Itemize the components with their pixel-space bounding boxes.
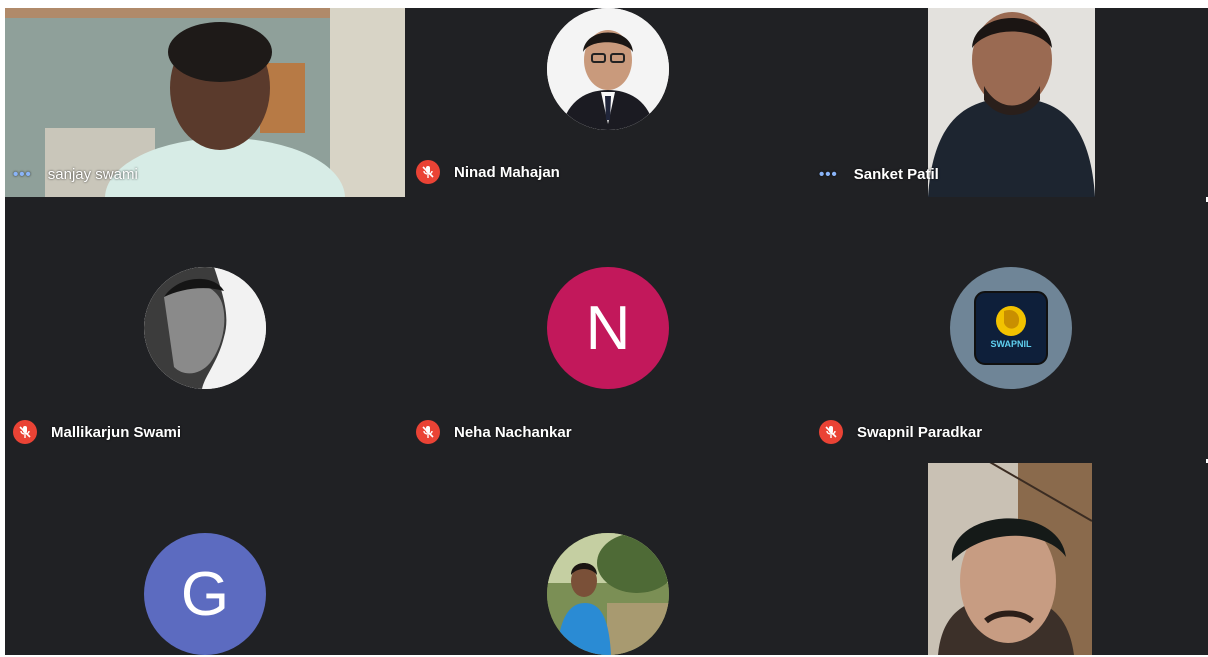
participant-tile[interactable]: G [5,463,405,655]
participant-tile[interactable]: N Neha Nachankar [408,202,808,459]
participant-name: Sanket Patil [853,166,939,183]
participant-avatar [547,8,669,130]
participant-video [928,463,1092,655]
participant-label: Ninad Mahajan [416,160,560,184]
participant-tile[interactable]: ••• sanjay swami [5,8,405,197]
participant-video [928,8,1095,197]
participant-tile[interactable]: Mallikarjun Swami [5,202,405,459]
participant-tile[interactable] [408,463,808,655]
participant-name: Swapnil Paradkar [857,423,983,441]
participant-tile[interactable]: ••• Sanket Patil [811,8,1208,197]
mic-off-icon [416,420,440,444]
participant-label: Neha Nachankar [416,420,572,444]
logo-text: SWAPNIL [990,339,1032,349]
profile-photo [144,267,266,389]
mic-off-icon [416,160,440,184]
participant-label: Mallikarjun Swami [13,420,181,444]
participant-name: Ninad Mahajan [454,163,560,181]
participant-tile[interactable]: Ninad Mahajan [408,8,808,197]
speaking-indicator-icon: ••• [819,166,838,183]
participant-name: Mallikarjun Swami [51,423,182,441]
avatar-initial: G [180,559,230,629]
participant-avatar: SWAPNIL [950,267,1072,389]
participant-label: Swapnil Paradkar [819,420,982,444]
participant-avatar [547,533,669,655]
participant-grid: ••• sanjay swami Ninad Mahajan ••• Sanke… [5,8,1208,655]
participant-avatar [144,267,266,389]
participant-tile[interactable] [811,463,1208,655]
participant-name: sanjay swami [47,166,138,183]
avatar-initial: N [585,293,631,363]
speaking-indicator-icon: ••• [13,166,32,183]
profile-photo [547,8,669,130]
participant-initial-avatar: N [547,267,669,389]
participant-initial-avatar: G [144,533,266,655]
logo-icon [974,291,1048,365]
participant-label: ••• sanjay swami [13,166,138,183]
participant-tile[interactable]: SWAPNIL Swapnil Paradkar [811,202,1208,459]
participant-label: ••• Sanket Patil [819,166,939,183]
mic-off-icon [819,420,843,444]
participant-name: Neha Nachankar [454,423,572,441]
profile-photo [547,533,669,655]
mic-off-icon [13,420,37,444]
